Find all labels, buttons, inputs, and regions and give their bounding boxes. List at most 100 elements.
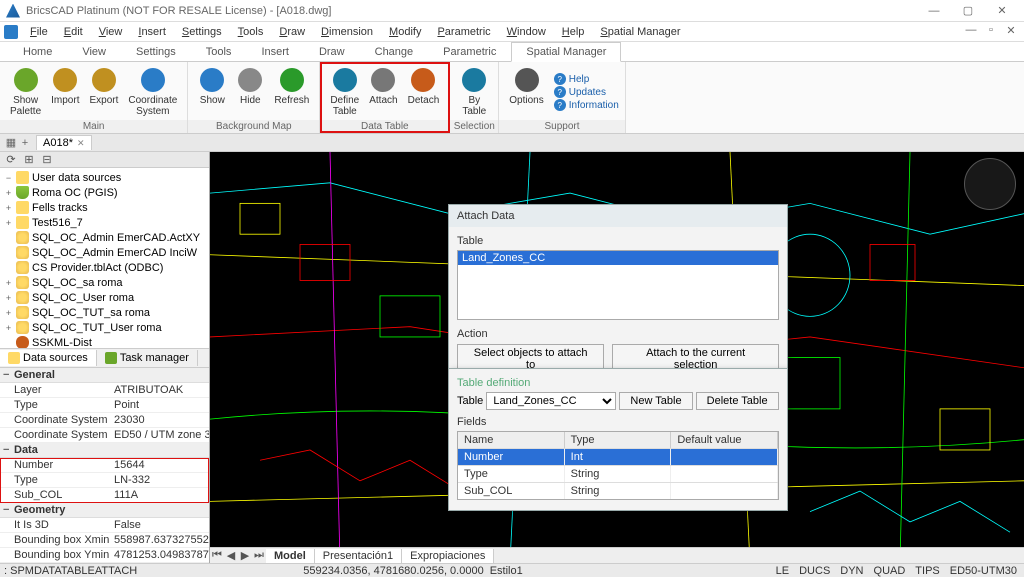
coord-sys-button[interactable]: Coordinate System [124, 64, 181, 120]
prop-row[interactable]: TypePoint [0, 398, 209, 413]
model-tab[interactable]: Model [266, 549, 315, 563]
table-listbox[interactable]: Land_Zones_CC [457, 250, 779, 320]
table-row[interactable]: NumberInt [458, 448, 778, 465]
status-toggle-tips[interactable]: TIPS [912, 565, 942, 577]
prop-row[interactable]: Coordinate System code23030 [0, 413, 209, 428]
menu-help[interactable]: Help [554, 24, 593, 40]
tree-tool-icon[interactable]: ⟳ [4, 153, 18, 167]
mdi-restore-button[interactable]: ▫ [982, 24, 1000, 40]
options-button[interactable]: Options [505, 64, 547, 120]
table-select[interactable]: Land_Zones_CC [486, 392, 616, 410]
tab-nav-next-icon[interactable]: ▶ [238, 549, 252, 562]
tree-node[interactable]: +SQL_OC_TUT_User roma [2, 320, 207, 335]
tree-node[interactable]: +SQL_OC_sa roma [2, 275, 207, 290]
tree-tool-icon[interactable]: ⊞ [22, 153, 36, 167]
menu-draw[interactable]: Draw [271, 24, 313, 40]
prop-row[interactable]: Sub_COL111A [0, 488, 209, 503]
menu-parametric[interactable]: Parametric [429, 24, 498, 40]
new-doc-button[interactable]: ▦ [4, 136, 18, 149]
mdi-minimize-button[interactable]: — [962, 24, 980, 40]
ribbon-tab-settings[interactable]: Settings [121, 42, 191, 61]
tree-node[interactable]: SSKML-Dist [2, 335, 207, 348]
layout-tab[interactable]: Expropiaciones [402, 549, 494, 563]
support-link-information[interactable]: ?Information [554, 99, 619, 111]
tree-tool-icon[interactable]: ⊟ [40, 153, 54, 167]
ribbon-tab-tools[interactable]: Tools [191, 42, 247, 61]
menu-edit[interactable]: Edit [56, 24, 91, 40]
ribbon-tab-insert[interactable]: Insert [246, 42, 304, 61]
ribbon-tab-view[interactable]: View [67, 42, 121, 61]
new-table-button[interactable]: New Table [619, 392, 692, 410]
tree-node[interactable]: +Roma OC (PGIS) [2, 185, 207, 200]
status-toggle-quad[interactable]: QUAD [871, 565, 909, 577]
panel-tab-data-sources[interactable]: Data sources [0, 350, 97, 366]
support-link-help[interactable]: ?Help [554, 73, 619, 85]
tree-node[interactable]: +Fells tracks [2, 200, 207, 215]
detach-button[interactable]: Detach [404, 64, 444, 120]
ribbon-tab-parametric[interactable]: Parametric [428, 42, 511, 61]
ribbon-tab-home[interactable]: Home [8, 42, 67, 61]
by-table-button[interactable]: By Table [456, 64, 492, 120]
prop-row[interactable]: Bounding box Ymin4781253.04983787 [0, 548, 209, 563]
show-palette-button[interactable]: Show Palette [6, 64, 45, 120]
menu-file[interactable]: File [22, 24, 56, 40]
table-row[interactable]: TypeString [458, 465, 778, 482]
prop-group-general[interactable]: General [0, 368, 209, 383]
tab-nav-prev-icon[interactable]: ◀ [224, 549, 238, 562]
bg-refresh-button[interactable]: Refresh [270, 64, 313, 120]
support-link-updates[interactable]: ?Updates [554, 86, 619, 98]
menu-view[interactable]: View [91, 24, 131, 40]
tree-node[interactable]: +Test516_7 [2, 215, 207, 230]
menu-modify[interactable]: Modify [381, 24, 429, 40]
prop-row[interactable]: Coordinate System nameED50 / UTM zone 3 [0, 428, 209, 443]
status-toggle-le[interactable]: LE [773, 565, 792, 577]
minimize-button[interactable]: — [918, 2, 950, 20]
bg-hide-button[interactable]: Hide [232, 64, 268, 120]
delete-table-button[interactable]: Delete Table [696, 392, 779, 410]
prop-group-geometry[interactable]: Geometry [0, 503, 209, 518]
list-item[interactable]: Land_Zones_CC [458, 251, 778, 265]
close-tab-icon[interactable]: ✕ [77, 138, 85, 149]
bg-show-button[interactable]: Show [194, 64, 230, 120]
tree-node[interactable]: SQL_OC_Admin EmerCAD.ActXY [2, 230, 207, 245]
prop-row[interactable]: Number15644 [0, 458, 209, 473]
menu-spatial-manager[interactable]: Spatial Manager [592, 24, 688, 40]
ribbon-tab-draw[interactable]: Draw [304, 42, 360, 61]
doc-tab[interactable]: A018* ✕ [36, 135, 92, 150]
view-cube-icon[interactable] [964, 158, 1016, 210]
ribbon-tab-change[interactable]: Change [360, 42, 429, 61]
data-sources-tree[interactable]: −User data sources+Roma OC (PGIS)+Fells … [0, 168, 209, 348]
tab-nav-last-icon[interactable]: ⏭ [252, 549, 266, 562]
tree-node[interactable]: CS Provider.tblAct (ODBC) [2, 260, 207, 275]
tree-node[interactable]: +SQL_OC_TUT_sa roma [2, 305, 207, 320]
drawing-canvas[interactable]: Attach Data Table Land_Zones_CC Action S… [210, 152, 1024, 563]
status-toggle-ducs[interactable]: DUCS [796, 565, 833, 577]
close-button[interactable]: ✕ [986, 2, 1018, 20]
prop-row[interactable]: TypeLN-332 [0, 473, 209, 488]
export-button[interactable]: Export [85, 64, 122, 120]
tab-nav-first-icon[interactable]: ⏮ [210, 549, 224, 562]
tree-node[interactable]: +SQL_OC_User roma [2, 290, 207, 305]
layout-tab[interactable]: Presentación1 [315, 549, 402, 563]
import-button[interactable]: Import [47, 64, 83, 120]
table-row[interactable]: Sub_COLString [458, 482, 778, 499]
define-table-button[interactable]: Define Table [326, 64, 363, 120]
mdi-close-button[interactable]: ✕ [1002, 24, 1020, 40]
menu-window[interactable]: Window [499, 24, 554, 40]
status-toggle-dyn[interactable]: DYN [837, 565, 866, 577]
prop-row[interactable]: LayerATRIBUTOAK [0, 383, 209, 398]
prop-group-data[interactable]: Data [0, 443, 209, 458]
tree-node[interactable]: SQL_OC_Admin EmerCAD InciW [2, 245, 207, 260]
status-toggle-ed50-utm30[interactable]: ED50-UTM30 [947, 565, 1020, 577]
fields-grid[interactable]: Name Type Default value NumberInt TypeSt… [457, 431, 779, 500]
menu-tools[interactable]: Tools [230, 24, 272, 40]
prop-row[interactable]: It Is 3DFalse [0, 518, 209, 533]
attach-button[interactable]: Attach [365, 64, 401, 120]
menu-settings[interactable]: Settings [174, 24, 230, 40]
add-tab-button[interactable]: + [18, 137, 32, 149]
tree-root[interactable]: −User data sources [2, 170, 207, 185]
menu-insert[interactable]: Insert [130, 24, 174, 40]
prop-row[interactable]: Bounding box Xmin558987.637327552 [0, 533, 209, 548]
panel-tab-task-manager[interactable]: Task manager [97, 350, 198, 366]
menu-dimension[interactable]: Dimension [313, 24, 381, 40]
